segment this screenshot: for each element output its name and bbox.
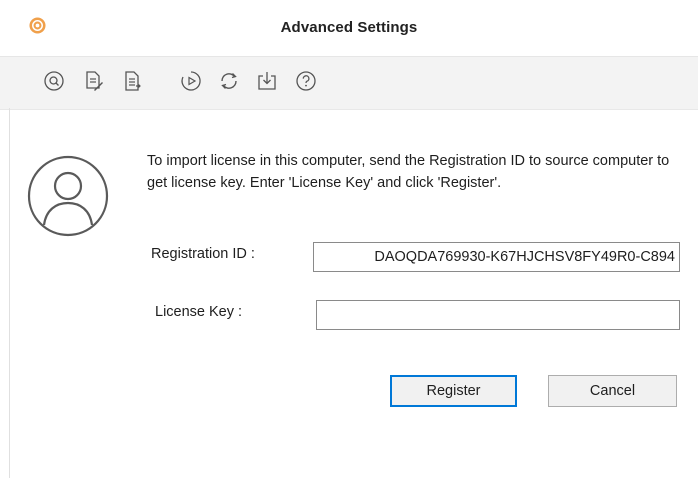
registration-id-value: DAOQDA769930-K67HJCHSV8FY49R0-C894	[374, 249, 675, 265]
search-circle-icon[interactable]	[41, 68, 67, 94]
play-circle-icon[interactable]	[178, 68, 204, 94]
registration-id-label: Registration ID :	[151, 246, 255, 262]
registration-id-field[interactable]: DAOQDA769930-K67HJCHSV8FY49R0-C894	[313, 242, 680, 272]
help-icon[interactable]	[293, 68, 319, 94]
window-title: Advanced Settings	[280, 19, 418, 36]
window-left-edge	[9, 108, 10, 478]
document-edit-icon[interactable]	[80, 68, 106, 94]
cancel-button[interactable]: Cancel	[548, 375, 677, 407]
document-export-icon[interactable]	[119, 68, 145, 94]
user-avatar-icon	[27, 155, 109, 237]
register-button[interactable]: Register	[390, 375, 517, 407]
download-tray-icon[interactable]	[254, 68, 280, 94]
license-key-input[interactable]	[316, 300, 680, 330]
title-bar: Advanced Settings	[0, 0, 698, 56]
toolbar	[0, 56, 698, 110]
license-key-label: License Key :	[155, 304, 243, 320]
advanced-settings-window: Advanced Settings To import license in t…	[0, 0, 698, 478]
instructions-text: To import license in this computer, send…	[147, 153, 670, 191]
refresh-icon[interactable]	[216, 68, 242, 94]
